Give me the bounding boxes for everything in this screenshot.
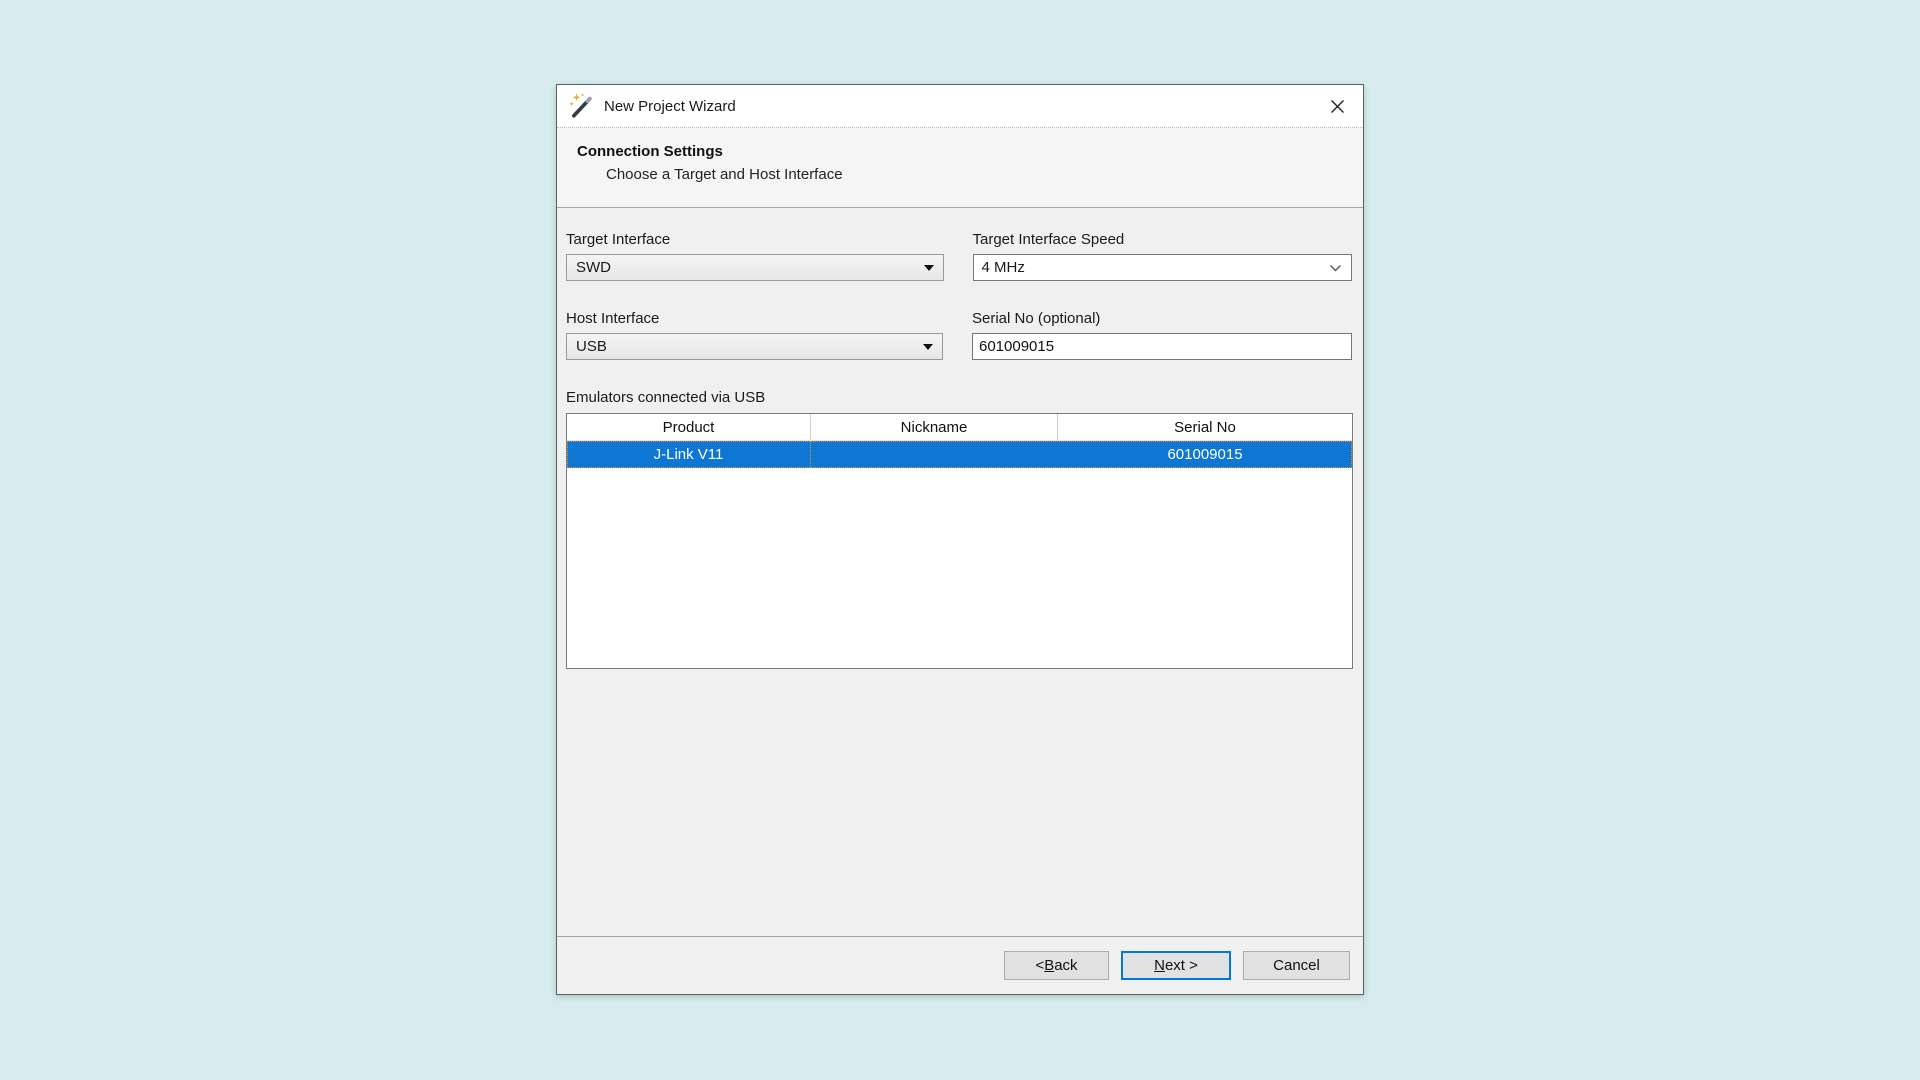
- column-header-serial-no[interactable]: Serial No: [1058, 414, 1352, 440]
- close-icon: [1330, 99, 1345, 114]
- target-interface-dropdown[interactable]: SWD: [566, 254, 944, 281]
- magic-wand-icon: [569, 93, 595, 119]
- dropdown-arrow-icon: [923, 344, 933, 350]
- cell-nickname[interactable]: [811, 441, 1058, 468]
- host-interface-dropdown[interactable]: USB: [566, 333, 943, 360]
- target-interface-speed-label: Target Interface Speed: [973, 231, 1353, 248]
- host-interface-label: Host Interface: [566, 310, 943, 327]
- emulator-table-header: Product Nickname Serial No: [567, 414, 1352, 441]
- target-interface-label: Target Interface: [566, 231, 944, 248]
- emulator-table[interactable]: Product Nickname Serial No J-Link V11 60…: [566, 413, 1353, 669]
- cancel-button[interactable]: Cancel: [1243, 951, 1350, 980]
- wizard-content: Target Interface SWD Target Interface Sp…: [557, 208, 1363, 936]
- target-interface-speed-value: 4 MHz: [982, 259, 1025, 276]
- button-bar: < Back Next > Cancel: [557, 936, 1363, 994]
- column-header-nickname[interactable]: Nickname: [811, 414, 1058, 440]
- wizard-header: Connection Settings Choose a Target and …: [557, 128, 1363, 208]
- next-button-suffix: ext >: [1165, 957, 1198, 974]
- serial-no-label: Serial No (optional): [972, 310, 1352, 327]
- new-project-wizard-dialog: New Project Wizard Connection Settings C…: [556, 84, 1364, 995]
- back-button-suffix: ack: [1054, 957, 1077, 974]
- cancel-button-label: Cancel: [1273, 957, 1320, 974]
- column-header-product[interactable]: Product: [567, 414, 811, 440]
- back-button-prefix: <: [1035, 957, 1044, 974]
- table-row-selected[interactable]: J-Link V11 601009015: [567, 441, 1352, 468]
- page-title: Connection Settings: [577, 143, 1363, 160]
- close-button[interactable]: [1321, 90, 1353, 122]
- target-interface-speed-combo[interactable]: 4 MHz: [973, 254, 1353, 281]
- cell-product[interactable]: J-Link V11: [567, 441, 811, 468]
- back-button-mnemonic: B: [1044, 957, 1054, 974]
- titlebar: New Project Wizard: [557, 85, 1363, 128]
- chevron-down-icon: [1329, 264, 1342, 273]
- cell-serial-no[interactable]: 601009015: [1058, 441, 1352, 468]
- dropdown-arrow-icon: [924, 265, 934, 271]
- next-button[interactable]: Next >: [1121, 951, 1231, 980]
- emulators-label: Emulators connected via USB: [566, 389, 1352, 406]
- next-button-mnemonic: N: [1154, 957, 1165, 974]
- target-interface-value: SWD: [576, 259, 611, 276]
- page-subtitle: Choose a Target and Host Interface: [606, 166, 1363, 183]
- back-button[interactable]: < Back: [1004, 951, 1109, 980]
- table-empty-area: [567, 468, 1352, 668]
- window-title: New Project Wizard: [604, 98, 736, 115]
- host-interface-value: USB: [576, 338, 607, 355]
- serial-no-input[interactable]: [972, 333, 1352, 360]
